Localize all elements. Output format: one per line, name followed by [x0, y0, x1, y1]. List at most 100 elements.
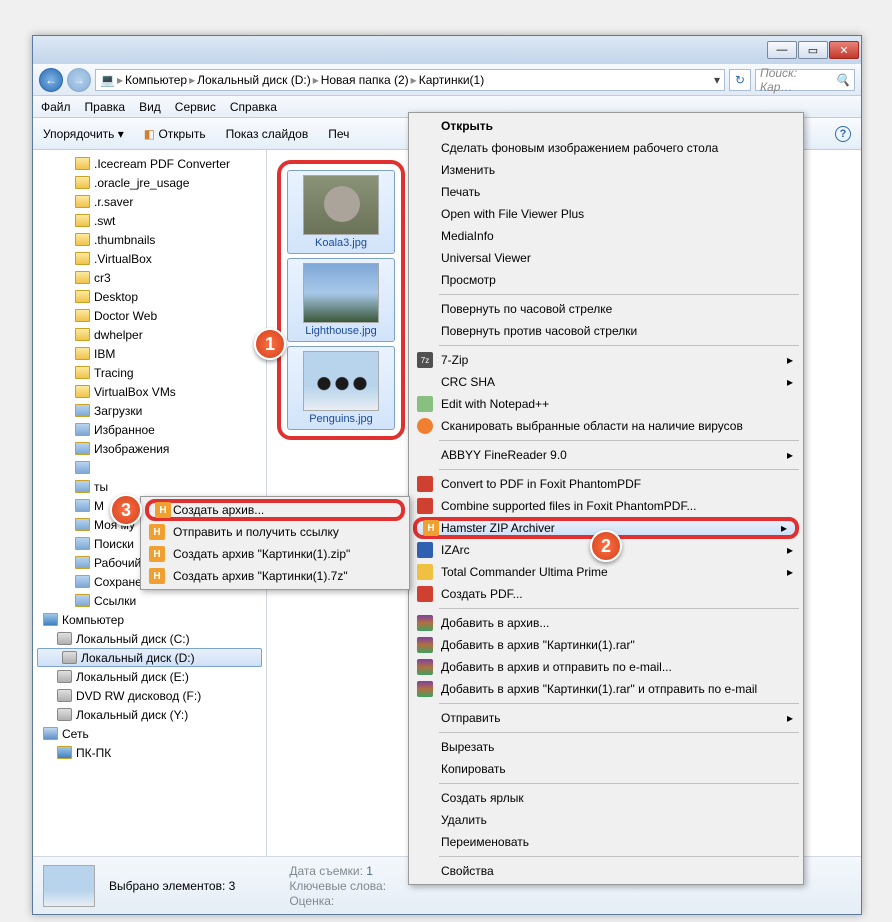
tree-item[interactable]: Загрузки [33, 401, 266, 420]
tree-item[interactable]: Локальный диск (D:) [37, 648, 262, 667]
tree-item[interactable]: Сеть [33, 724, 266, 743]
tree-item[interactable]: Компьютер [33, 610, 266, 629]
ctx-item[interactable]: Сделать фоновым изображением рабочего ст… [411, 137, 801, 159]
folder-icon [75, 499, 90, 512]
ctx-item[interactable]: MediaInfo [411, 225, 801, 247]
search-input[interactable]: Поиск: Кар… 🔍 [755, 69, 855, 91]
thumbnail[interactable]: Lighthouse.jpg [287, 258, 395, 342]
ctx-item[interactable]: Изменить [411, 159, 801, 181]
ctx-label: Hamster ZIP Archiver [441, 521, 555, 535]
menu-tools[interactable]: Сервис [175, 100, 216, 114]
crumb-computer[interactable]: Компьютер [125, 73, 187, 87]
tree-item[interactable]: Doctor Web [33, 306, 266, 325]
ctx-item[interactable]: Сканировать выбранные области на наличие… [411, 415, 801, 437]
ctx-item[interactable]: Вырезать [411, 736, 801, 758]
tree-item[interactable]: .VirtualBox [33, 249, 266, 268]
tree-item[interactable]: Изображения [33, 439, 266, 458]
context-menu[interactable]: ОткрытьСделать фоновым изображением рабо… [408, 112, 804, 885]
tree-label: Локальный диск (E:) [76, 670, 189, 684]
forward-button[interactable]: → [67, 68, 91, 92]
minimize-button[interactable]: — [767, 41, 797, 59]
context-submenu-hamster[interactable]: HСоздать архив...HОтправить и получить с… [140, 496, 410, 590]
refresh-button[interactable]: ↻ [729, 69, 751, 91]
organize-button[interactable]: Упорядочить ▾ [43, 127, 124, 141]
slideshow-button[interactable]: Показ слайдов [226, 127, 309, 141]
crumb-pictures[interactable]: Картинки(1) [419, 73, 485, 87]
tree-label: Поиски [94, 537, 134, 551]
folder-icon [75, 309, 90, 322]
breadcrumb[interactable]: 💻 ▸Компьютер ▸Локальный диск (D:) ▸Новая… [95, 69, 725, 91]
ctx-item[interactable]: 7z7-Zip▸ [411, 349, 801, 371]
ctx-item[interactable]: Отправить▸ [411, 707, 801, 729]
tree-item[interactable]: Tracing [33, 363, 266, 382]
ctx-item[interactable]: Просмотр [411, 269, 801, 291]
ctx-item[interactable]: Total Commander Ultima Prime▸ [411, 561, 801, 583]
ctx-item[interactable]: Добавить в архив и отправить по e-mail..… [411, 656, 801, 678]
thumbnail[interactable]: Penguins.jpg [287, 346, 395, 430]
ctx-item[interactable]: ABBYY FineReader 9.0▸ [411, 444, 801, 466]
print-button[interactable]: Печ [328, 127, 349, 141]
tree-item[interactable]: Локальный диск (Y:) [33, 705, 266, 724]
ctx-item[interactable]: Convert to PDF in Foxit PhantomPDF [411, 473, 801, 495]
ctx-item[interactable]: Открыть [411, 115, 801, 137]
menu-edit[interactable]: Правка [85, 100, 126, 114]
ctx-item[interactable]: Добавить в архив... [411, 612, 801, 634]
tree-item[interactable]: dwhelper [33, 325, 266, 344]
tree-item[interactable]: .oracle_jre_usage [33, 173, 266, 192]
ctx-item[interactable]: Добавить в архив "Картинки(1).rar" и отп… [411, 678, 801, 700]
thumbnail[interactable]: Koala3.jpg [287, 170, 395, 254]
maximize-button[interactable]: ▭ [798, 41, 828, 59]
close-button[interactable]: ✕ [829, 41, 859, 59]
ctx-item[interactable]: HСоздать архив... [145, 499, 405, 521]
menu-view[interactable]: Вид [139, 100, 161, 114]
ctx-item[interactable]: Universal Viewer [411, 247, 801, 269]
ctx-item[interactable]: Создать ярлык [411, 787, 801, 809]
ctx-item[interactable]: Edit with Notepad++ [411, 393, 801, 415]
h-icon: H [149, 546, 165, 562]
ctx-label: MediaInfo [441, 229, 494, 243]
tree-item[interactable]: Локальный диск (E:) [33, 667, 266, 686]
tree-item[interactable]: cr3 [33, 268, 266, 287]
tree-item[interactable]: Избранное [33, 420, 266, 439]
folder-icon [57, 708, 72, 721]
crumb-disk-d[interactable]: Локальный диск (D:) [197, 73, 311, 87]
back-button[interactable]: ← [39, 68, 63, 92]
tree-item[interactable]: .r.saver [33, 192, 266, 211]
tree-item[interactable]: Локальный диск (C:) [33, 629, 266, 648]
ctx-item[interactable]: Удалить [411, 809, 801, 831]
ctx-item[interactable]: Свойства [411, 860, 801, 882]
tree-item[interactable]: .Icecream PDF Converter [33, 154, 266, 173]
ctx-item[interactable]: Копировать [411, 758, 801, 780]
ctx-item[interactable]: Печать [411, 181, 801, 203]
ctx-item[interactable]: Создать PDF... [411, 583, 801, 605]
ctx-item[interactable]: HОтправить и получить ссылку [143, 521, 407, 543]
ctx-item[interactable]: Open with File Viewer Plus [411, 203, 801, 225]
tree-item[interactable]: ты [33, 477, 266, 496]
status-rating-label: Оценка: [289, 894, 334, 908]
ctx-item[interactable]: Combine supported files in Foxit Phantom… [411, 495, 801, 517]
ctx-item[interactable]: CRC SHA▸ [411, 371, 801, 393]
ctx-label: Создать архив... [173, 503, 264, 517]
ctx-label: Convert to PDF in Foxit PhantomPDF [441, 477, 641, 491]
ctx-item[interactable]: HСоздать архив "Картинки(1).7z" [143, 565, 407, 587]
tree-item[interactable]: DVD RW дисковод (F:) [33, 686, 266, 705]
tree-item[interactable]: ПК-ПК [33, 743, 266, 762]
tree-item[interactable]: IBM [33, 344, 266, 363]
tree-item[interactable]: Desktop [33, 287, 266, 306]
ctx-item[interactable]: Переименовать [411, 831, 801, 853]
menu-file[interactable]: Файл [41, 100, 71, 114]
history-dropdown-icon[interactable]: ▾ [714, 73, 720, 87]
ctx-item[interactable]: HСоздать архив "Картинки(1).zip" [143, 543, 407, 565]
tree-item[interactable]: Ссылки [33, 591, 266, 610]
help-icon[interactable]: ? [835, 126, 851, 142]
tree-item[interactable] [33, 458, 266, 477]
tree-item[interactable]: .swt [33, 211, 266, 230]
open-button[interactable]: ◧ Открыть [144, 127, 206, 141]
tree-item[interactable]: .thumbnails [33, 230, 266, 249]
menu-help[interactable]: Справка [230, 100, 277, 114]
tree-item[interactable]: VirtualBox VMs [33, 382, 266, 401]
ctx-item[interactable]: Повернуть по часовой стрелке [411, 298, 801, 320]
crumb-new-folder[interactable]: Новая папка (2) [321, 73, 409, 87]
ctx-item[interactable]: Повернуть против часовой стрелки [411, 320, 801, 342]
ctx-item[interactable]: Добавить в архив "Картинки(1).rar" [411, 634, 801, 656]
